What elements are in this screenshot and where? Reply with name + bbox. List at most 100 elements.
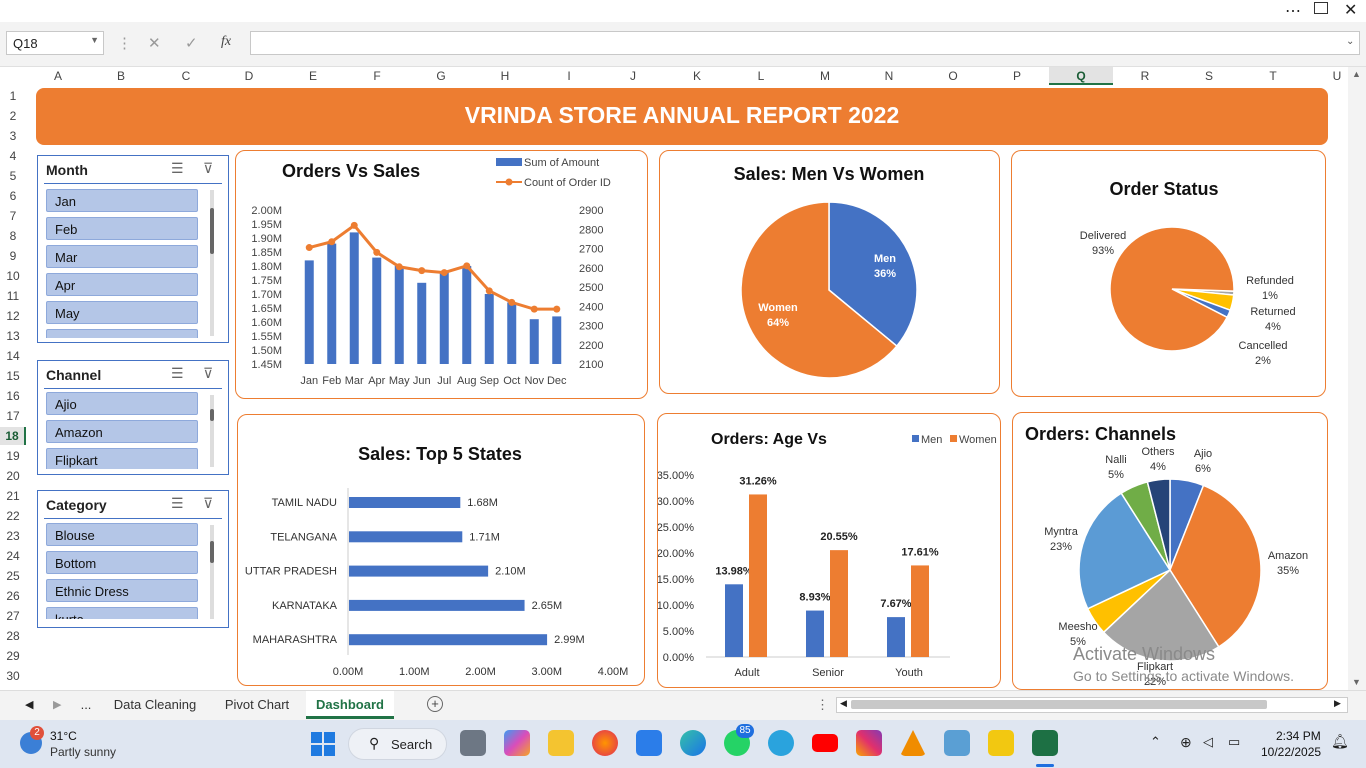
- column-header-g[interactable]: G: [409, 67, 473, 85]
- row-header-5[interactable]: 5: [0, 167, 26, 185]
- chevron-down-icon[interactable]: ▼: [90, 35, 99, 45]
- row-header-2[interactable]: 2: [0, 107, 26, 125]
- row-header-30[interactable]: 30: [0, 667, 26, 685]
- column-header-b[interactable]: B: [89, 67, 153, 85]
- vlc-icon[interactable]: [900, 730, 926, 756]
- slicer-item[interactable]: Bottom: [46, 551, 198, 574]
- row-header-17[interactable]: 17: [0, 407, 26, 425]
- instagram-icon[interactable]: [856, 730, 882, 756]
- clear-filter-icon[interactable]: ⊽: [203, 495, 213, 512]
- row-header-14[interactable]: 14: [0, 347, 26, 365]
- slicer-item[interactable]: Blouse: [46, 523, 198, 546]
- more-options-icon[interactable]: ⋯: [1285, 1, 1301, 21]
- windows-start-icon[interactable]: [311, 732, 335, 756]
- youtube-icon[interactable]: [812, 734, 838, 752]
- column-header-s[interactable]: S: [1177, 67, 1241, 85]
- row-header-9[interactable]: 9: [0, 247, 26, 265]
- row-header-19[interactable]: 19: [0, 447, 26, 465]
- expand-formula-icon[interactable]: ⌄: [1346, 36, 1354, 47]
- weather-desc[interactable]: Partly sunny: [50, 745, 116, 759]
- multi-select-icon[interactable]: ☰: [171, 160, 184, 177]
- row-header-7[interactable]: 7: [0, 207, 26, 225]
- tab-pivot-chart[interactable]: Pivot Chart: [212, 691, 302, 719]
- row-header-25[interactable]: 25: [0, 567, 26, 585]
- row-header-21[interactable]: 21: [0, 487, 26, 505]
- clear-filter-icon[interactable]: ⊽: [203, 365, 213, 382]
- column-header-f[interactable]: F: [345, 67, 409, 85]
- formula-input[interactable]: [250, 31, 1360, 55]
- column-header-r[interactable]: R: [1113, 67, 1177, 85]
- column-header-l[interactable]: L: [729, 67, 793, 85]
- row-header-16[interactable]: 16: [0, 387, 26, 405]
- column-header-h[interactable]: H: [473, 67, 537, 85]
- copilot-icon[interactable]: [504, 730, 530, 756]
- restore-icon[interactable]: [1314, 2, 1328, 14]
- column-header-o[interactable]: O: [921, 67, 985, 85]
- category-slicer[interactable]: Category ☰ ⊽ Blouse Bottom Ethnic Dress …: [37, 490, 229, 628]
- column-header-t[interactable]: T: [1241, 67, 1305, 85]
- scroll-thumb[interactable]: [851, 700, 1267, 709]
- row-header-24[interactable]: 24: [0, 547, 26, 565]
- clear-filter-icon[interactable]: ⊽: [203, 160, 213, 177]
- column-header-p[interactable]: P: [985, 67, 1049, 85]
- row-header-13[interactable]: 13: [0, 327, 26, 345]
- column-header-e[interactable]: E: [281, 67, 345, 85]
- next-sheet-icon[interactable]: ▶: [53, 698, 61, 711]
- multi-select-icon[interactable]: ☰: [171, 495, 184, 512]
- scroll-left-icon[interactable]: ◀: [840, 698, 847, 709]
- row-header-23[interactable]: 23: [0, 527, 26, 545]
- slicer-item[interactable]: Jan: [46, 189, 198, 212]
- tab-dashboard[interactable]: Dashboard: [306, 691, 394, 719]
- slicer-item[interactable]: Apr: [46, 273, 198, 296]
- column-header-i[interactable]: I: [537, 67, 601, 85]
- edge-icon[interactable]: [680, 730, 706, 756]
- telegram-icon[interactable]: [768, 730, 794, 756]
- column-header-k[interactable]: K: [665, 67, 729, 85]
- close-icon[interactable]: ✕: [1344, 0, 1357, 20]
- split-handle-icon[interactable]: ⋮: [816, 697, 829, 713]
- column-header-a[interactable]: A: [26, 67, 90, 85]
- slicer-item[interactable]: Amazon: [46, 420, 198, 443]
- excel-icon[interactable]: [1032, 730, 1058, 756]
- clock-time[interactable]: 2:34 PM: [1276, 729, 1321, 743]
- slicer-item[interactable]: Flipkart: [46, 448, 198, 469]
- row-header-1[interactable]: 1: [0, 87, 26, 105]
- column-header-m[interactable]: M: [793, 67, 857, 85]
- name-box[interactable]: Q18 ▼: [6, 31, 104, 55]
- slicer-item[interactable]: Mar: [46, 245, 198, 268]
- chevron-up-icon[interactable]: ⌃: [1150, 734, 1161, 750]
- row-header-8[interactable]: 8: [0, 227, 26, 245]
- row-header-28[interactable]: 28: [0, 627, 26, 645]
- prev-sheet-icon[interactable]: ◀: [25, 698, 33, 711]
- slicer-scrollbar[interactable]: [210, 525, 214, 619]
- slicer-item[interactable]: kurta: [46, 607, 198, 619]
- store-icon[interactable]: [636, 730, 662, 756]
- column-header-j[interactable]: J: [601, 67, 665, 85]
- slicer-item[interactable]: Feb: [46, 217, 198, 240]
- battery-icon[interactable]: ▭: [1228, 734, 1240, 750]
- taskbar-search[interactable]: ⚲ Search: [348, 728, 447, 760]
- scroll-down-icon[interactable]: ▼: [1352, 677, 1361, 687]
- row-header-3[interactable]: 3: [0, 127, 26, 145]
- vertical-scrollbar[interactable]: ▲ ▼: [1348, 67, 1366, 690]
- row-header-11[interactable]: 11: [0, 287, 26, 305]
- insert-function-button[interactable]: fx: [221, 34, 231, 50]
- row-header-15[interactable]: 15: [0, 367, 26, 385]
- month-slicer[interactable]: Month ☰ ⊽ Jan Feb Mar Apr May: [37, 155, 229, 343]
- row-header-22[interactable]: 22: [0, 507, 26, 525]
- row-header-10[interactable]: 10: [0, 267, 26, 285]
- weather-temp[interactable]: 31°C: [50, 729, 77, 743]
- column-header-q[interactable]: Q: [1049, 67, 1113, 85]
- row-header-20[interactable]: 20: [0, 467, 26, 485]
- slicer-item[interactable]: Ethnic Dress: [46, 579, 198, 602]
- scroll-up-icon[interactable]: ▲: [1352, 69, 1361, 79]
- power-bi-icon[interactable]: [988, 730, 1014, 756]
- enter-icon[interactable]: ✓: [185, 34, 198, 52]
- tab-data-cleaning[interactable]: Data Cleaning: [104, 691, 206, 719]
- language-icon[interactable]: ⊕: [1180, 734, 1192, 751]
- column-header-d[interactable]: D: [217, 67, 281, 85]
- slicer-scrollbar[interactable]: [210, 395, 214, 467]
- add-sheet-icon[interactable]: +: [427, 696, 443, 712]
- channel-slicer[interactable]: Channel ☰ ⊽ Ajio Amazon Flipkart: [37, 360, 229, 475]
- column-header-n[interactable]: N: [857, 67, 921, 85]
